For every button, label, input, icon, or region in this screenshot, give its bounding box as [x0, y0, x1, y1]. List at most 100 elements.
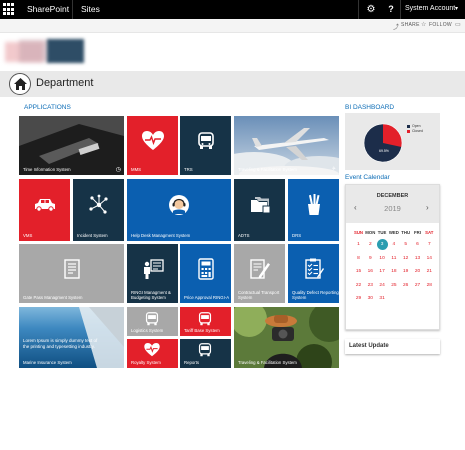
calendar-month: DECEMBER	[376, 193, 409, 199]
app-tile[interactable]: Logistics System	[127, 307, 178, 336]
app-tile-label: Help Desk Managment System	[131, 233, 191, 238]
legend-swatch	[407, 130, 410, 133]
app-tile[interactable]: Tariff Base System	[180, 307, 231, 336]
calendar: DECEMBER ‹ 2019 › SUN MON TUE WED THU FRI SAT …	[345, 184, 440, 330]
calculator-icon	[197, 258, 214, 280]
calendar-day[interactable]: 24	[377, 280, 388, 291]
applications-heading: APPLICATIONS	[24, 104, 71, 111]
app-tile[interactable]: Royalty System	[127, 339, 178, 368]
calendar-day[interactable]: 16	[365, 266, 376, 277]
follow-button[interactable]: FOLLOW	[429, 22, 452, 28]
calendar-day[interactable]: 22	[353, 280, 364, 291]
bus-icon	[145, 312, 159, 326]
app-tile-label: VMS	[23, 233, 33, 238]
divider	[358, 0, 359, 19]
calendar-day[interactable]: 31	[377, 293, 388, 304]
app-tile-label: Incident System	[77, 233, 108, 238]
app-tile[interactable]: DRS	[288, 179, 339, 241]
page-header: Department	[0, 71, 465, 97]
calendar-day[interactable]: 29	[353, 293, 364, 304]
calendar-day[interactable]: 17	[377, 266, 388, 277]
calendar-day[interactable]: 20	[412, 266, 423, 277]
calendar-day[interactable]: 5	[400, 239, 411, 250]
calendar-day[interactable]: 26	[400, 280, 411, 291]
app-tile[interactable]: Incident System	[73, 179, 124, 241]
calendar-day[interactable]: 11	[388, 253, 399, 264]
folders-icon	[250, 197, 270, 214]
clock-icon: ◷	[115, 167, 121, 173]
calendar-day[interactable]: 3	[376, 239, 388, 250]
bus-icon	[198, 343, 212, 357]
pie-label: 69.5%	[379, 149, 389, 153]
app-tile-description: Lorem Ipsum is simply dummy text of the …	[23, 338, 98, 349]
calendar-day[interactable]: 7	[424, 239, 435, 250]
divider	[400, 0, 401, 19]
app-tile-label: Marine Insurance System	[23, 360, 72, 365]
app-tile[interactable]: VMS	[19, 179, 70, 241]
calendar-day[interactable]: 8	[353, 253, 364, 264]
weekday-header: SAT	[425, 230, 434, 235]
account-menu[interactable]: System Account	[405, 5, 455, 12]
app-tile[interactable]: MMS	[127, 116, 178, 175]
brand-link[interactable]: SharePoint	[27, 4, 69, 14]
app-tile[interactable]: Lorem Ipsum is simply dummy text of the …	[19, 307, 124, 368]
calendar-day[interactable]: 2	[365, 239, 376, 250]
app-tile[interactable]: Traveling & Facilitation System	[234, 307, 339, 368]
app-tile[interactable]: Time Information System ◷	[19, 116, 124, 175]
app-tile-label: Quality Defect Reporting System	[292, 290, 339, 300]
app-tile-label: TRS	[184, 167, 193, 172]
car-icon	[34, 199, 55, 212]
star-icon[interactable]: ☆	[421, 21, 426, 28]
app-tile[interactable]: Gate Pass Managment System	[19, 244, 124, 303]
gear-icon[interactable]: ⚙	[362, 2, 380, 17]
pie-chart	[363, 123, 403, 163]
calendar-day[interactable]: 27	[412, 280, 423, 291]
calendar-day[interactable]: 6	[412, 239, 423, 250]
calendar-day[interactable]: 23	[365, 280, 376, 291]
app-tile-label: Traveling & Facilitation System	[238, 360, 297, 365]
chevron-down-icon[interactable]: ▾	[455, 5, 458, 12]
heart-pulse-icon	[141, 130, 164, 150]
focus-icon[interactable]: ▭	[455, 21, 461, 28]
calendar-day[interactable]: 10	[377, 253, 388, 264]
network-icon	[88, 194, 108, 214]
app-tile-label: Logistics System	[131, 328, 164, 333]
calendar-day[interactable]: 21	[424, 266, 435, 277]
plane-icon: ✈	[331, 166, 336, 172]
app-tile[interactable]: TRS	[180, 116, 231, 175]
calendar-day[interactable]: 19	[400, 266, 411, 277]
person-board-icon	[143, 259, 164, 279]
app-tile[interactable]: ADTS	[234, 179, 285, 241]
chevron-right-icon[interactable]: ›	[426, 203, 429, 212]
calendar-day[interactable]: 9	[365, 253, 376, 264]
app-tile[interactable]: Reports	[180, 339, 231, 368]
calendar-day[interactable]: 28	[424, 280, 435, 291]
app-tile[interactable]: Help Desk Managment System	[127, 179, 231, 241]
calendar-day[interactable]: 12	[400, 253, 411, 264]
calendar-day[interactable]: 13	[412, 253, 423, 264]
calendar-day[interactable]: 1	[353, 239, 364, 250]
calendar-day[interactable]: 4	[388, 239, 399, 250]
calendar-day[interactable]: 30	[365, 293, 376, 304]
calendar-day[interactable]: 14	[424, 253, 435, 264]
app-tile[interactable]: Quality Defect Reporting System	[288, 244, 339, 303]
site-logo[interactable]	[5, 39, 84, 63]
sites-link[interactable]: Sites	[81, 4, 100, 14]
app-launcher-icon[interactable]	[3, 3, 16, 16]
app-tile[interactable]: RINGI Managment & Budgeting System	[127, 244, 178, 303]
calendar-day[interactable]: 15	[353, 266, 364, 277]
bi-dashboard-card[interactable]: 69.5% Open Closed	[345, 113, 440, 170]
app-tile[interactable]: Price Approval RINGI-A	[180, 244, 231, 303]
calendar-day[interactable]: 25	[388, 280, 399, 291]
help-icon[interactable]: ?	[384, 2, 398, 17]
calendar-day[interactable]: 18	[388, 266, 399, 277]
share-icon[interactable]: ⤴	[393, 22, 399, 31]
page-title: Department	[36, 77, 94, 89]
app-tile-label: Traveling & Facilitation System	[238, 167, 297, 172]
home-icon[interactable]	[9, 73, 31, 95]
app-tile[interactable]: Traveling & Facilitation System ✈	[234, 116, 339, 175]
share-button[interactable]: SHARE	[401, 22, 420, 28]
app-tile[interactable]: Contractual Transport System	[234, 244, 285, 303]
legend-label: Closed	[412, 129, 423, 133]
divider	[72, 0, 73, 19]
